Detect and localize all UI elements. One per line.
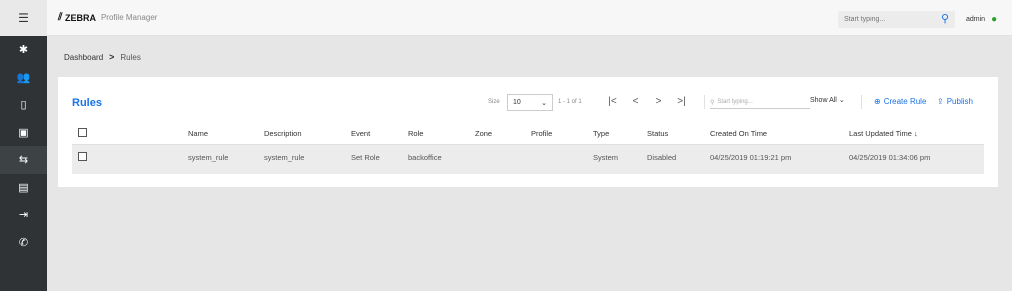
product-name: Profile Manager (100, 13, 158, 22)
pagination-range: 1 - 1 of 1 (558, 99, 582, 105)
sidebar-item-profiles[interactable]: ▤ (0, 174, 47, 202)
filter-placeholder: Start typing... (717, 99, 753, 105)
sidebar-item-checkout[interactable]: ⇥ (0, 201, 47, 229)
global-search-input[interactable] (844, 13, 934, 26)
column-header-type[interactable]: Type (593, 129, 609, 138)
row-checkbox[interactable] (78, 152, 87, 161)
app-logo: ⫽ ZEBRA Profile Manager (58, 12, 157, 23)
rules-icon: ⇆ (18, 154, 29, 167)
publish-button[interactable]: ⇪ Publish (937, 97, 973, 106)
divider (704, 95, 705, 109)
people-icon: 👥 (16, 71, 31, 84)
global-search[interactable]: ⚲ (838, 11, 955, 28)
badge-icon: ▣ (18, 126, 29, 139)
sidebar-item-calls[interactable]: ✆ (0, 229, 47, 257)
page-size-label: Size (488, 99, 500, 105)
last-page-icon[interactable]: >| (676, 96, 687, 107)
top-bar: ☰ ⫽ ZEBRA Profile Manager ⚲ admin ● (0, 0, 1012, 36)
create-rule-label: Create Rule (883, 97, 927, 106)
cell-created-on-time: 04/25/2019 01:19:21 pm (710, 153, 792, 162)
pagination-controls: |< < > >| (607, 96, 687, 107)
sidebar-item-rules[interactable]: ⇆ (0, 146, 47, 174)
chevron-down-icon: ⌄ (838, 97, 845, 104)
layers-icon: ▤ (18, 181, 29, 194)
zebra-logo-icon: ⫽ (58, 12, 62, 23)
publish-label: Publish (946, 97, 973, 106)
search-icon[interactable]: ⚲ (941, 12, 949, 25)
show-all-label: Show All (810, 97, 837, 104)
page-title: Rules (72, 97, 102, 109)
filter-search-input[interactable]: ⚲ Start typing... (710, 96, 810, 109)
sidebar: ✱ 👥 ▯ ▣ ⇆ ▤ ⇥ ✆ (0, 36, 47, 291)
divider (861, 95, 862, 109)
previous-page-icon[interactable]: < (630, 96, 641, 107)
phone-icon: ▯ (20, 99, 27, 112)
create-rule-button[interactable]: ⊕ Create Rule (874, 97, 926, 106)
breadcrumb-current: Rules (120, 52, 141, 62)
cell-event: Set Role (351, 153, 380, 162)
sidebar-item-devices[interactable]: ▯ (0, 91, 47, 119)
cell-role: backoffice (408, 153, 442, 162)
column-header-event[interactable]: Event (351, 129, 370, 138)
user-menu[interactable]: admin ● (966, 14, 997, 25)
page-size-value: 10 (513, 99, 521, 106)
breadcrumb-dashboard-link[interactable]: Dashboard (64, 53, 103, 62)
cell-last-updated-time: 04/25/2019 01:34:06 pm (849, 153, 931, 162)
chevron-down-icon: ⌄ (541, 99, 547, 107)
select-all-checkbox[interactable] (78, 128, 87, 137)
rules-card: Rules Size 10 ⌄ 1 - 1 of 1 |< < > >| ⚲ S… (58, 77, 998, 187)
cell-type: System (593, 153, 619, 162)
breadcrumb: Dashboard > Rules (64, 52, 141, 62)
column-header-name[interactable]: Name (188, 129, 208, 138)
page-size-select[interactable]: 10 ⌄ (507, 94, 553, 111)
column-header-description[interactable]: Description (264, 129, 302, 138)
search-icon: ⚲ (710, 99, 715, 106)
column-header-status[interactable]: Status (647, 129, 668, 138)
user-icon[interactable]: ● (991, 14, 997, 25)
column-header-zone[interactable]: Zone (475, 129, 492, 138)
column-header-created-on-time[interactable]: Created On Time (710, 129, 767, 138)
menu-toggle-button[interactable]: ☰ (0, 0, 47, 36)
cell-status: Disabled (647, 153, 677, 162)
first-page-icon[interactable]: |< (607, 96, 618, 107)
table-row[interactable]: system_rule system_rule Set Role backoff… (72, 145, 984, 174)
brand-name: ZEBRA (64, 12, 96, 23)
plus-circle-icon: ⊕ (874, 97, 881, 106)
sidebar-item-settings[interactable]: ✱ (0, 36, 47, 64)
sidebar-item-users[interactable]: 👥 (0, 64, 47, 92)
cell-description: system_rule (264, 153, 305, 162)
column-header-role[interactable]: Role (408, 129, 423, 138)
device-exit-icon: ⇥ (18, 209, 29, 222)
menu-indent-icon: ☰ (18, 11, 29, 25)
cell-name: system_rule (188, 153, 229, 162)
sidebar-item-badges[interactable]: ▣ (0, 119, 47, 147)
username[interactable]: admin (966, 16, 985, 23)
show-all-dropdown[interactable]: Show All ⌄ (810, 96, 845, 104)
table-header: Name Description Event Role Zone Profile… (72, 121, 984, 145)
column-header-profile[interactable]: Profile (531, 129, 552, 138)
column-header-last-updated-time[interactable]: Last Updated Time ↓ (849, 129, 918, 138)
gear-icon: ✱ (18, 44, 29, 57)
next-page-icon[interactable]: > (653, 96, 664, 107)
call-icon: ✆ (18, 236, 29, 249)
chevron-right-icon: > (109, 52, 115, 62)
upload-icon: ⇪ (937, 97, 944, 106)
